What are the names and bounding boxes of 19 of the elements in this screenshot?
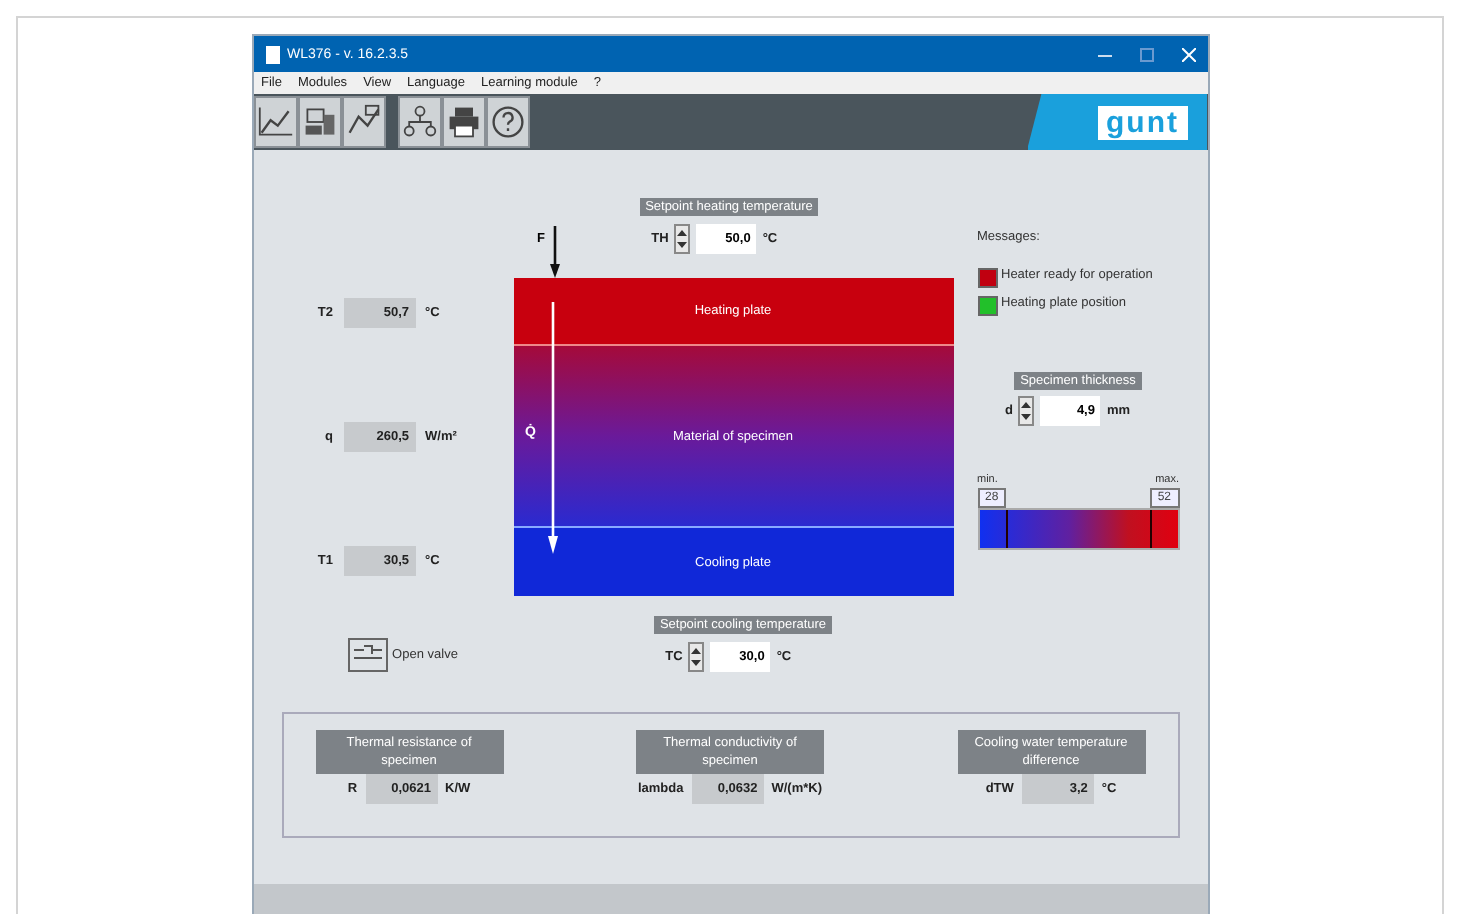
spin-buttons[interactable] bbox=[1018, 396, 1035, 426]
spin-buttons[interactable] bbox=[688, 642, 705, 672]
app-icon bbox=[265, 45, 279, 63]
toolbar-button[interactable] bbox=[441, 96, 485, 148]
device-icon bbox=[301, 104, 337, 140]
toolbar-button[interactable] bbox=[485, 96, 529, 148]
chart-icon bbox=[257, 104, 293, 140]
toolbar-button[interactable] bbox=[297, 96, 341, 148]
close-icon[interactable] bbox=[1181, 47, 1195, 61]
spin-buttons[interactable] bbox=[674, 224, 691, 254]
printer-icon bbox=[445, 104, 481, 140]
toolbar-button[interactable] bbox=[341, 96, 385, 148]
toolbar-button[interactable] bbox=[253, 96, 297, 148]
help-icon bbox=[489, 104, 525, 140]
logo: gunt bbox=[1098, 105, 1187, 139]
force-arrow bbox=[550, 226, 561, 278]
toolbar-button[interactable] bbox=[397, 96, 441, 148]
valve-button[interactable] bbox=[348, 637, 389, 671]
network-icon bbox=[401, 104, 437, 140]
